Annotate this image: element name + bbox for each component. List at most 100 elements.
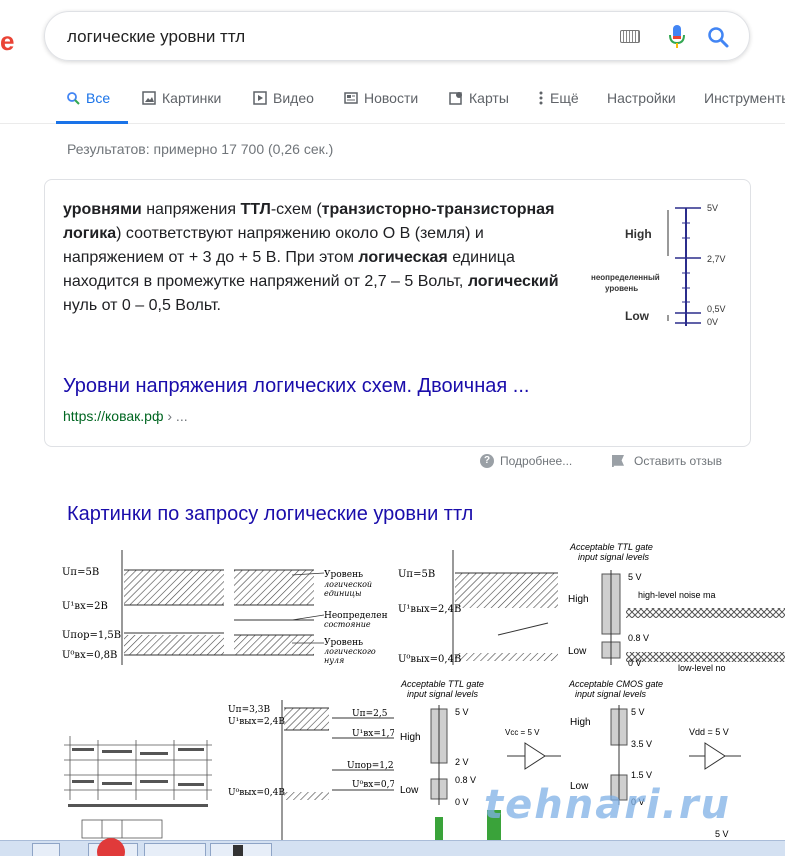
thumb1-l3b: логического bbox=[324, 647, 376, 656]
snippet-text-part: напряжения bbox=[141, 201, 241, 218]
tab-label: Настройки bbox=[607, 90, 676, 106]
about-snippet-link[interactable]: ? Подробнее... bbox=[480, 454, 572, 468]
images-heading-link[interactable]: Картинки по запросу логические уровни тт… bbox=[67, 503, 473, 526]
ttl-levels-figure: High Low неопределенный уровень 5V 2,7V … bbox=[591, 203, 726, 327]
url-more[interactable]: › ... bbox=[163, 408, 187, 424]
search-tabs: Все Картинки Видео Новости Карты Ещё Нас… bbox=[0, 76, 785, 124]
thumb3-v0: 0 V bbox=[628, 658, 642, 668]
tab-label: Ещё bbox=[550, 90, 579, 106]
thumb6-title2: input signal levels bbox=[575, 689, 647, 699]
result-url[interactable]: https://ковак.рф › ... bbox=[63, 408, 188, 424]
snippet-text: уровнями напряжения ТТЛ-схем (транзистор… bbox=[63, 198, 563, 318]
thumb5-title2: input signal levels bbox=[407, 689, 479, 699]
thumb2-un: Uп=5В bbox=[398, 569, 435, 580]
thumb4-r4: U⁰вх=0,7 bbox=[352, 780, 394, 790]
tab-maps[interactable]: Карты bbox=[449, 90, 509, 106]
tab-settings[interactable]: Настройки bbox=[607, 90, 676, 106]
video-icon bbox=[253, 91, 267, 105]
thumb4-r1: Uп=2,5 bbox=[352, 709, 388, 719]
thumb3-low: Low bbox=[568, 646, 587, 657]
thumb2-u0: U⁰вых=0,4В bbox=[398, 654, 461, 665]
low-label: Low bbox=[625, 309, 650, 323]
thumb6-v15: 1.5 V bbox=[631, 770, 652, 780]
tab-news[interactable]: Новости bbox=[344, 90, 418, 106]
tab-images[interactable]: Картинки bbox=[142, 90, 221, 106]
thumb1-l1c: единицы bbox=[324, 589, 361, 598]
image-thumb-lvttl-levels[interactable]: Uп=3,3В U¹вых=2,4В U⁰вых=0,4В Uп=2,5 U¹в… bbox=[222, 680, 394, 840]
thumb1-l3c: нуля bbox=[324, 656, 344, 665]
thumb3-title1: Acceptable TTL gate bbox=[569, 542, 653, 552]
thumb3-noise-hi: high-level noise ma bbox=[638, 590, 716, 600]
map-icon bbox=[449, 92, 462, 105]
keyboard-icon[interactable] bbox=[620, 30, 640, 43]
thumb4-u1: Uп=3,3В bbox=[228, 705, 270, 715]
tab-video[interactable]: Видео bbox=[253, 90, 314, 106]
watermark-logo: tehnari.ru bbox=[484, 782, 731, 828]
image-thumb-ttl-noise-margin[interactable]: Acceptable TTL gate input signal levels … bbox=[560, 540, 785, 675]
tab-more[interactable]: Ещё bbox=[538, 90, 579, 106]
os-taskbar bbox=[0, 838, 785, 856]
thumb1-u1: U¹вх=2В bbox=[62, 601, 108, 612]
snippet-bold-term: уровнями bbox=[63, 201, 142, 218]
tab-label: Видео bbox=[273, 90, 314, 106]
google-logo-fragment[interactable]: e bbox=[0, 26, 14, 57]
feedback-label: Оставить отзыв bbox=[634, 454, 722, 468]
high-label: High bbox=[625, 227, 652, 241]
search-icon bbox=[67, 92, 80, 105]
thumb5-low: Low bbox=[400, 785, 419, 796]
tab-label: Карты bbox=[469, 90, 509, 106]
thumb6-v35: 3.5 V bbox=[631, 739, 652, 749]
v5-label: 5V bbox=[707, 203, 718, 213]
result-stats: Результатов: примерно 17 700 (0,26 сек.) bbox=[67, 141, 334, 157]
watermark-text: tehnari.ru bbox=[484, 782, 731, 828]
thumb4-r3: Uпор=1,2 bbox=[347, 761, 394, 771]
snippet-text-part: нуль от 0 – 0,5 Вольт. bbox=[63, 297, 221, 314]
tab-tools[interactable]: Инструменты bbox=[704, 90, 785, 106]
thumb3-v5: 5 V bbox=[628, 572, 642, 582]
thumb3-noise-lo: low-level no bbox=[678, 663, 726, 673]
v27-label: 2,7V bbox=[707, 254, 726, 264]
image-thumb-ttl-levels-ru[interactable]: Uп=5В U¹вх=2В Uпор=1,5В U⁰вх=0,8В Уровен… bbox=[62, 545, 398, 670]
image-thumb-ttl-output-levels[interactable]: Uп=5В U¹вых=2,4В U⁰вых=0,4В bbox=[398, 545, 558, 670]
search-icon[interactable] bbox=[706, 25, 730, 49]
snippet-bold-term: ТТЛ bbox=[240, 201, 271, 218]
tab-all[interactable]: Все bbox=[66, 90, 110, 106]
thumb3-title2: input signal levels bbox=[578, 552, 650, 562]
thumb1-l2b: состояние bbox=[324, 620, 371, 629]
news-icon bbox=[344, 92, 358, 104]
search-input[interactable]: логические уровни ттл bbox=[67, 27, 245, 47]
taskbar-app-button[interactable] bbox=[210, 843, 272, 856]
thumb1-un: Uп=5В bbox=[62, 567, 99, 578]
tab-label: Картинки bbox=[162, 90, 222, 106]
thumb1-u0: U⁰вх=0,8В bbox=[62, 650, 117, 661]
taskbar-app-button[interactable] bbox=[88, 838, 138, 856]
thumb5-v08: 0.8 V bbox=[455, 775, 476, 785]
app-icon bbox=[233, 845, 243, 856]
thumb4-u2: U¹вых=2,4В bbox=[228, 717, 285, 727]
snippet-text-part: -схем ( bbox=[270, 201, 322, 218]
active-tab-indicator bbox=[56, 121, 128, 124]
thumb4-u3: U⁰вых=0,4В bbox=[228, 788, 285, 798]
thumb5-high: High bbox=[400, 732, 421, 743]
undefined-label-2: уровень bbox=[605, 284, 638, 293]
undefined-label: неопределенный bbox=[591, 273, 660, 282]
image-icon bbox=[142, 91, 156, 105]
tab-label: Инструменты bbox=[704, 90, 785, 106]
about-label: Подробнее... bbox=[500, 454, 573, 468]
image-thumb-logic-family-table[interactable] bbox=[62, 680, 222, 840]
thumb6-high: High bbox=[570, 717, 591, 728]
tab-label: Новости bbox=[364, 90, 419, 106]
feedback-link[interactable]: Оставить отзыв bbox=[612, 454, 722, 468]
thumb3-high: High bbox=[568, 594, 589, 605]
taskbar-app-button[interactable] bbox=[32, 843, 60, 856]
search-box[interactable]: логические уровни ттл bbox=[44, 11, 750, 61]
thumb6-v5: 5 V bbox=[631, 707, 645, 717]
thumb5-v5: 5 V bbox=[455, 707, 469, 717]
thumb4-r2: U¹вх=1,7 bbox=[352, 729, 394, 739]
taskbar-app-button[interactable] bbox=[144, 843, 206, 856]
thumb6-vdd: Vdd = 5 V bbox=[689, 727, 729, 737]
thumb3-v08: 0.8 V bbox=[628, 633, 649, 643]
result-title-link[interactable]: Уровни напряжения логических схем. Двоич… bbox=[63, 375, 529, 398]
microphone-icon[interactable] bbox=[669, 24, 685, 50]
more-icon bbox=[539, 91, 543, 105]
